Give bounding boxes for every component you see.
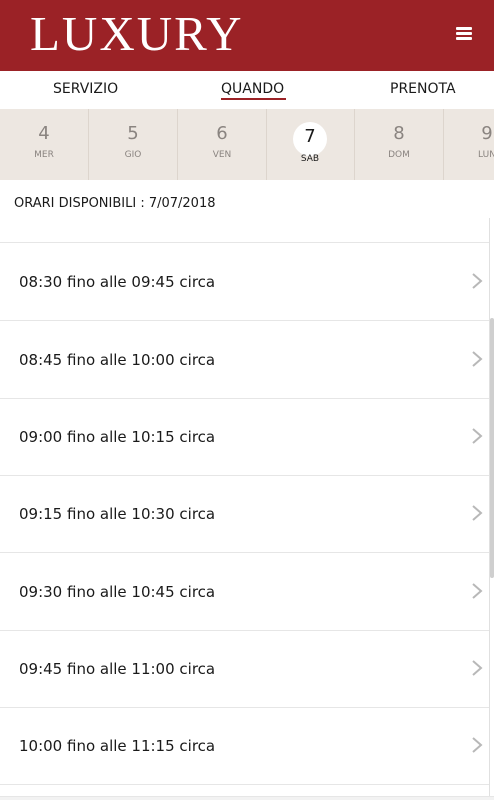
time-slot[interactable]: 09:30 fino alle 10:45 circa — [0, 553, 490, 631]
day-number: 5 — [127, 123, 139, 144]
time-slot-label: 10:00 fino alle 11:15 circa — [19, 737, 216, 755]
day-selector: 4 MER 5 GIO 6 VEN 7 SAB 8 DOM 9 LUN — [0, 109, 494, 180]
chevron-right-icon — [472, 505, 483, 521]
chevron-right-icon — [472, 351, 483, 367]
hamburger-menu-button[interactable] — [456, 25, 474, 43]
time-slot[interactable]: 10:00 fino alle 11:15 circa — [0, 707, 490, 785]
time-slot-label: 09:30 fino alle 10:45 circa — [19, 583, 216, 601]
day-name: MER — [34, 150, 54, 160]
day-number: 7 — [304, 126, 316, 147]
day-name: LUN — [478, 150, 494, 160]
booking-steps: SERVIZIO QUANDO PRENOTA — [0, 71, 494, 109]
step-quando[interactable]: QUANDO — [221, 81, 284, 97]
bottom-edge — [0, 796, 494, 800]
time-slot[interactable]: 09:00 fino alle 10:15 circa — [0, 398, 490, 476]
time-slot-label: 09:00 fino alle 10:15 circa — [19, 428, 216, 446]
time-slot[interactable]: 08:30 fino alle 09:45 circa — [0, 243, 490, 321]
time-slot-label: 08:30 fino alle 09:45 circa — [19, 273, 216, 291]
app-header: LUXURY — [0, 0, 494, 71]
day-name: GIO — [124, 150, 142, 160]
time-slot-list: 08:30 fino alle 09:45 circa 08:45 fino a… — [0, 242, 490, 796]
day-6[interactable]: 6 VEN — [178, 109, 267, 180]
scrollbar-thumb[interactable] — [490, 318, 494, 578]
day-number: 8 — [393, 123, 405, 144]
available-times-label: ORARI DISPONIBILI : 7/07/2018 — [14, 196, 216, 211]
list-scrollbar[interactable] — [489, 218, 494, 800]
day-7-selected[interactable]: 7 SAB — [266, 109, 355, 180]
day-9[interactable]: 9 LUN — [443, 109, 494, 180]
step-servizio[interactable]: SERVIZIO — [53, 81, 118, 97]
day-8[interactable]: 8 DOM — [355, 109, 444, 180]
hamburger-icon — [456, 27, 472, 30]
hamburger-icon-line — [456, 37, 472, 40]
logo: LUXURY — [30, 6, 244, 61]
active-step-indicator — [221, 98, 286, 100]
time-slot[interactable]: 09:15 fino alle 10:30 circa — [0, 475, 490, 553]
chevron-right-icon — [472, 660, 483, 676]
day-5[interactable]: 5 GIO — [89, 109, 178, 180]
time-slot-label: 08:45 fino alle 10:00 circa — [19, 351, 216, 369]
time-slot[interactable]: 08:45 fino alle 10:00 circa — [0, 321, 490, 399]
chevron-right-icon — [472, 273, 483, 289]
day-name: DOM — [388, 150, 410, 160]
step-prenota[interactable]: PRENOTA — [390, 81, 456, 97]
day-name: VEN — [212, 150, 232, 160]
hamburger-icon-line — [456, 32, 472, 35]
chevron-right-icon — [472, 737, 483, 753]
day-4[interactable]: 4 MER — [0, 109, 89, 180]
day-number: 4 — [38, 123, 50, 144]
time-slot[interactable]: 09:45 fino alle 11:00 circa — [0, 630, 490, 708]
chevron-right-icon — [472, 583, 483, 599]
time-slot-label: 09:45 fino alle 11:00 circa — [19, 660, 216, 678]
time-slot-label: 09:15 fino alle 10:30 circa — [19, 505, 216, 523]
day-number: 9 — [481, 123, 493, 144]
day-number: 6 — [216, 123, 228, 144]
chevron-right-icon — [472, 428, 483, 444]
day-name: SAB — [300, 154, 320, 164]
